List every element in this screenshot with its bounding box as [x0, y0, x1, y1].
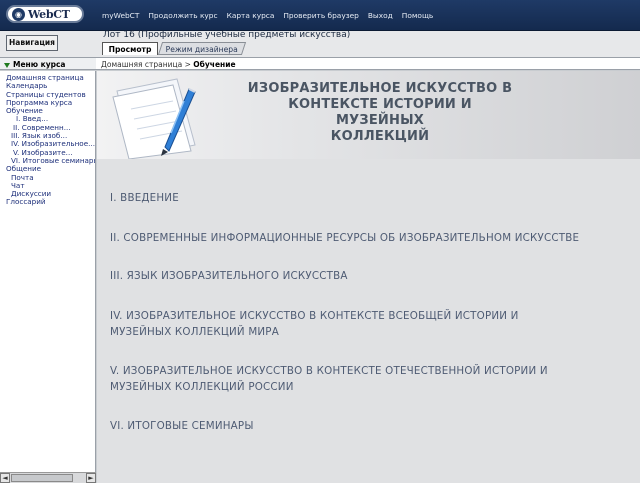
toc-intro-line-1: I. ВВЕДЕНИЕ: [110, 192, 179, 204]
toc-art-language[interactable]: III. ЯЗЫК ИЗОБРАЗИТЕЛЬНОГО ИСКУССТВА: [110, 269, 348, 285]
sidebar-item-world-history[interactable]: IV. Изобразительное...: [0, 140, 95, 148]
main-content: ИЗОБРАЗИТЕЛЬНОЕ ИСКУССТВО В КОНТЕКСТЕ ИС…: [97, 71, 640, 483]
sidebar-item-modern[interactable]: II. Современн...: [0, 124, 95, 132]
sidebar-item-learning[interactable]: Обучение: [0, 107, 95, 115]
scroll-right-arrow-icon[interactable]: ►: [86, 473, 96, 483]
course-title: Лот 16 (Профильные учебные предметы иску…: [103, 30, 351, 40]
webct-logo[interactable]: ◉ WebCT: [6, 5, 84, 23]
toc-russian-history-line-2: МУЗЕЙНЫХ КОЛЛЕКЦИЙ РОССИИ: [110, 380, 294, 393]
topnav-check-browser[interactable]: Проверить браузер: [283, 11, 359, 20]
topnav-course-map[interactable]: Карта курса: [227, 11, 275, 20]
toc-russian-history-line-1: V. ИЗОБРАЗИТЕЛЬНОЕ ИСКУССТВО В КОНТЕКСТЕ…: [110, 365, 548, 377]
paper-pen-icon: [112, 78, 196, 159]
toc-final-seminars[interactable]: VI. ИТОГОВЫЕ СЕМИНАРЫ: [110, 419, 254, 435]
breadcrumb-home[interactable]: Домашняя страница: [101, 60, 182, 69]
sidebar-item-discussions[interactable]: Дискуссии: [0, 190, 95, 198]
sidebar-horizontal-scrollbar[interactable]: ◄ ►: [0, 472, 96, 483]
topnav-help[interactable]: Помощь: [402, 11, 434, 20]
breadcrumb-separator: >: [184, 60, 191, 69]
tab-designer-mode[interactable]: Режим дизайнера: [157, 42, 247, 55]
topnav-logout[interactable]: Выход: [368, 11, 393, 20]
tab-view[interactable]: Просмотр: [102, 42, 158, 55]
sidebar-item-syllabus[interactable]: Программа курса: [0, 99, 95, 107]
toc-world-history-line-2: МУЗЕЙНЫХ КОЛЛЕКЦИЙ МИРА: [110, 325, 279, 338]
breadcrumb-current: Обучение: [193, 60, 236, 69]
sidebar-item-home[interactable]: Домашняя страница: [0, 74, 95, 82]
toc-modern-resources-line-1: II. СОВРЕМЕННЫЕ ИНФОРМАЦИОННЫЕ РЕСУРСЫ О…: [110, 232, 580, 244]
top-navigation: myWebCT Продолжить курс Карта курса Пров…: [102, 11, 433, 20]
sidebar-item-mail[interactable]: Почта: [0, 174, 95, 182]
logo-text: WebCT: [28, 7, 70, 21]
sidebar-item-student-pages[interactable]: Страницы студентов: [0, 91, 95, 99]
triangle-down-icon: [4, 62, 10, 68]
toc-art-language-line-1: III. ЯЗЫК ИЗОБРАЗИТЕЛЬНОГО ИСКУССТВА: [110, 270, 348, 282]
sidebar-item-intro[interactable]: I. Введ...: [0, 115, 95, 123]
banner: ИЗОБРАЗИТЕЛЬНОЕ ИСКУССТВО В КОНТЕКСТЕ ИС…: [97, 71, 640, 159]
page-title-line-1: ИЗОБРАЗИТЕЛЬНОЕ ИСКУССТВО В: [247, 81, 513, 96]
sidebar-item-calendar[interactable]: Календарь: [0, 82, 95, 90]
scroll-left-arrow-icon[interactable]: ◄: [0, 473, 10, 483]
toc-final-seminars-line-1: VI. ИТОГОВЫЕ СЕМИНАРЫ: [110, 420, 254, 432]
course-header: Навигация Лот 16 (Профильные учебные пре…: [0, 30, 640, 57]
navigation-button[interactable]: Навигация: [6, 35, 58, 51]
topnav-mywebct[interactable]: myWebCT: [102, 11, 139, 20]
page-title-line-2: КОНТЕКСТЕ ИСТОРИИ И МУЗЕЙНЫХ: [288, 97, 472, 128]
sidebar: Домашняя страница Календарь Страницы сту…: [0, 71, 96, 472]
top-bar: ◉ WebCT myWebCT Продолжить курс Карта ку…: [0, 0, 640, 31]
toc-world-history[interactable]: IV. ИЗОБРАЗИТЕЛЬНОЕ ИСКУССТВО В КОНТЕКСТ…: [110, 309, 519, 340]
toc-russian-history[interactable]: V. ИЗОБРАЗИТЕЛЬНОЕ ИСКУССТВО В КОНТЕКСТЕ…: [110, 364, 548, 395]
logo-mark-icon: ◉: [12, 7, 25, 21]
scroll-thumb[interactable]: [11, 474, 73, 482]
page-title-line-3: КОЛЛЕКЦИЙ: [330, 129, 430, 144]
sidebar-item-russian-history[interactable]: V. Изобразите...: [0, 149, 95, 157]
sidebar-item-communication[interactable]: Общение: [0, 165, 95, 173]
breadcrumb: Домашняя страница > Обучение: [96, 57, 640, 70]
page-title: ИЗОБРАЗИТЕЛЬНОЕ ИСКУССТВО В КОНТЕКСТЕ ИС…: [245, 81, 515, 145]
toc-modern-resources[interactable]: II. СОВРЕМЕННЫЕ ИНФОРМАЦИОННЫЕ РЕСУРСЫ О…: [110, 231, 579, 247]
course-menu-title: Меню курса: [13, 60, 66, 69]
sidebar-item-language[interactable]: III. Язык изоб...: [0, 132, 95, 140]
tab-designer-label: Режим дизайнера: [165, 45, 238, 54]
course-menu-header[interactable]: Меню курса: [0, 57, 96, 70]
toc-intro[interactable]: I. ВВЕДЕНИЕ: [110, 191, 179, 207]
topnav-continue-course[interactable]: Продолжить курс: [148, 11, 217, 20]
sidebar-item-glossary[interactable]: Глоссарий: [0, 198, 95, 206]
sidebar-item-seminars[interactable]: VI. Итоговые семинары: [0, 157, 95, 165]
sidebar-item-chat[interactable]: Чат: [0, 182, 95, 190]
toc-world-history-line-1: IV. ИЗОБРАЗИТЕЛЬНОЕ ИСКУССТВО В КОНТЕКСТ…: [110, 310, 519, 322]
